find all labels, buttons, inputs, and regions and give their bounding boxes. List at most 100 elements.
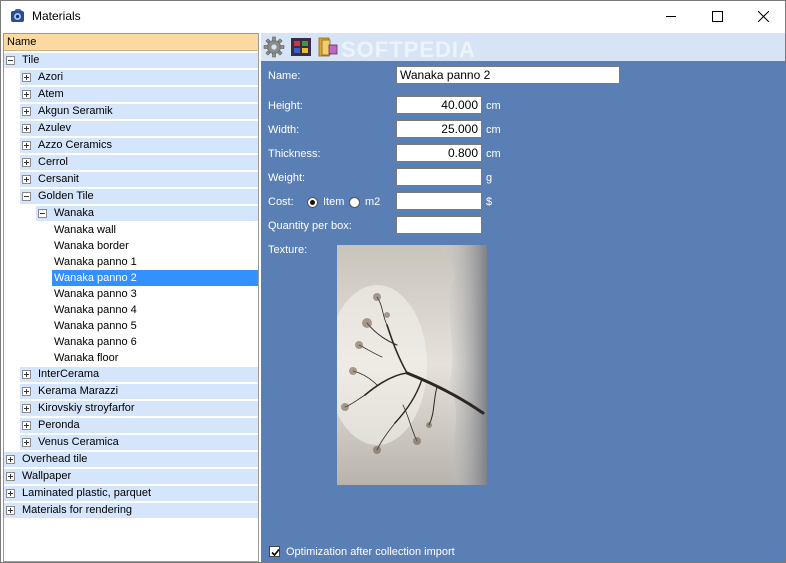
weight-unit: g	[486, 172, 493, 184]
expand-icon[interactable]	[22, 438, 31, 447]
tree-node[interactable]: Cersanit	[4, 171, 258, 188]
expand-icon[interactable]	[22, 141, 31, 150]
tree-node[interactable]: Peronda	[4, 417, 258, 434]
tree-node[interactable]: Wallpaper	[4, 468, 258, 485]
material-properties-panel: SOFTPEDIA Name: Wanaka panno 2 Height: 4…	[261, 33, 785, 562]
width-field[interactable]: 25.000	[396, 120, 482, 138]
tree-node[interactable]: Cerrol	[4, 154, 258, 171]
expand-icon[interactable]	[22, 124, 31, 133]
tree-node[interactable]: Akgun Seramik	[4, 103, 258, 120]
minimize-button[interactable]	[648, 1, 694, 32]
window-title: Materials	[32, 9, 81, 23]
expand-icon[interactable]	[22, 107, 31, 116]
tree-node-label: Wanaka panno 2	[54, 272, 137, 284]
quantity-per-box-field[interactable]	[396, 216, 482, 234]
name-label: Name:	[268, 70, 301, 82]
tree-node-label: Azori	[38, 71, 64, 83]
tree-node[interactable]: Golden Tile	[4, 188, 258, 205]
tree-node[interactable]: Materials for rendering	[4, 502, 258, 519]
optimization-checkbox[interactable]	[269, 546, 280, 557]
tree-node-label: Akgun Seramik	[38, 105, 113, 117]
close-button[interactable]	[740, 1, 785, 32]
materials-tree[interactable]: Name Tile Azori Atem Akgun Seramik Azulev Azz…	[3, 33, 259, 562]
tree-node[interactable]: Wanaka	[4, 205, 258, 222]
tree-node[interactable]: Kirovskiy stroyfarfor	[4, 400, 258, 417]
gear-icon[interactable]	[263, 36, 285, 58]
tree-node[interactable]: Venus Ceramica	[4, 434, 258, 451]
checkmark-icon	[271, 548, 280, 557]
tree-node-label: Wanaka panno 3	[54, 288, 137, 300]
film-icon[interactable]	[290, 36, 312, 58]
expand-icon[interactable]	[22, 370, 31, 379]
collapse-icon[interactable]	[38, 209, 47, 218]
height-unit: cm	[486, 100, 501, 112]
list-item[interactable]: Wanaka floor	[4, 350, 258, 366]
height-field[interactable]: 40.000	[396, 96, 482, 114]
expand-icon[interactable]	[22, 73, 31, 82]
list-item[interactable]: Wanaka panno 3	[4, 286, 258, 302]
tree-node[interactable]: Overhead tile	[4, 451, 258, 468]
tree-node[interactable]: Azulev	[4, 120, 258, 137]
texture-label: Texture:	[268, 244, 308, 256]
cost-item-radio[interactable]	[307, 197, 318, 208]
expand-icon[interactable]	[22, 175, 31, 184]
list-item[interactable]: Wanaka wall	[4, 222, 258, 238]
tree-node[interactable]: Azori	[4, 69, 258, 86]
tree-node-label: Peronda	[38, 419, 80, 431]
close-icon	[757, 11, 769, 22]
expand-icon[interactable]	[22, 90, 31, 99]
tree-node[interactable]: Tile	[4, 52, 258, 69]
cost-field[interactable]	[396, 192, 482, 210]
list-item[interactable]: Wanaka panno 4	[4, 302, 258, 318]
expand-icon[interactable]	[6, 455, 15, 464]
row-highlight	[4, 53, 258, 68]
tree-node[interactable]: Atem	[4, 86, 258, 103]
expand-icon[interactable]	[22, 158, 31, 167]
weight-label: Weight:	[268, 172, 306, 184]
expand-icon[interactable]	[22, 387, 31, 396]
tree-node-label: Wanaka wall	[54, 224, 116, 236]
list-item[interactable]: Wanaka panno 5	[4, 318, 258, 334]
expand-icon[interactable]	[6, 472, 15, 481]
tree-node[interactable]: Kerama Marazzi	[4, 383, 258, 400]
texture-preview[interactable]	[337, 245, 487, 485]
name-field[interactable]: Wanaka panno 2	[396, 66, 620, 84]
app-icon	[10, 8, 26, 24]
list-item[interactable]: Wanaka panno 2	[4, 270, 258, 286]
tree-node-label: Materials for rendering	[22, 504, 133, 516]
maximize-button[interactable]	[694, 1, 740, 32]
tree-node-label: Wallpaper	[22, 470, 72, 482]
tree-column-header-name[interactable]: Name	[4, 34, 258, 51]
tree-node-label: Tile	[22, 54, 40, 66]
optimization-label: Optimization after collection import	[286, 546, 455, 558]
weight-field[interactable]	[396, 168, 482, 186]
cost-m2-radio[interactable]	[349, 197, 360, 208]
thickness-field[interactable]: 0.800	[396, 144, 482, 162]
width-label: Width:	[268, 124, 300, 136]
tree-node[interactable]: Azzo Ceramics	[4, 137, 258, 154]
folder-icon[interactable]	[317, 36, 339, 58]
expand-icon[interactable]	[22, 421, 31, 430]
tree-node[interactable]: Laminated plastic, parquet	[4, 485, 258, 502]
tree-node-label: Wanaka panno 4	[54, 304, 137, 316]
collapse-icon[interactable]	[22, 192, 31, 201]
toolbar: SOFTPEDIA	[261, 33, 785, 62]
list-item[interactable]: Wanaka border	[4, 238, 258, 254]
tree-node-label: Wanaka panno 1	[54, 256, 137, 268]
tree-node-label: Wanaka panno 6	[54, 336, 137, 348]
list-item[interactable]: Wanaka panno 1	[4, 254, 258, 270]
tree-rows: Tile Azori Atem Akgun Seramik Azulev Azzo Cer…	[4, 52, 258, 519]
texture-image	[337, 245, 487, 485]
expand-icon[interactable]	[22, 404, 31, 413]
tree-node[interactable]: InterCerama	[4, 366, 258, 383]
tree-node-label: Cerrol	[38, 156, 68, 168]
title-bar: Materials	[1, 1, 785, 32]
tree-node-label: Azulev	[38, 122, 72, 134]
list-item[interactable]: Wanaka panno 6	[4, 334, 258, 350]
thickness-unit: cm	[486, 148, 501, 160]
collapse-icon[interactable]	[6, 56, 15, 65]
expand-icon[interactable]	[6, 506, 15, 515]
expand-icon[interactable]	[6, 489, 15, 498]
tree-node-label: Cersanit	[38, 173, 79, 185]
watermark-text: SOFTPEDIA	[341, 37, 476, 62]
